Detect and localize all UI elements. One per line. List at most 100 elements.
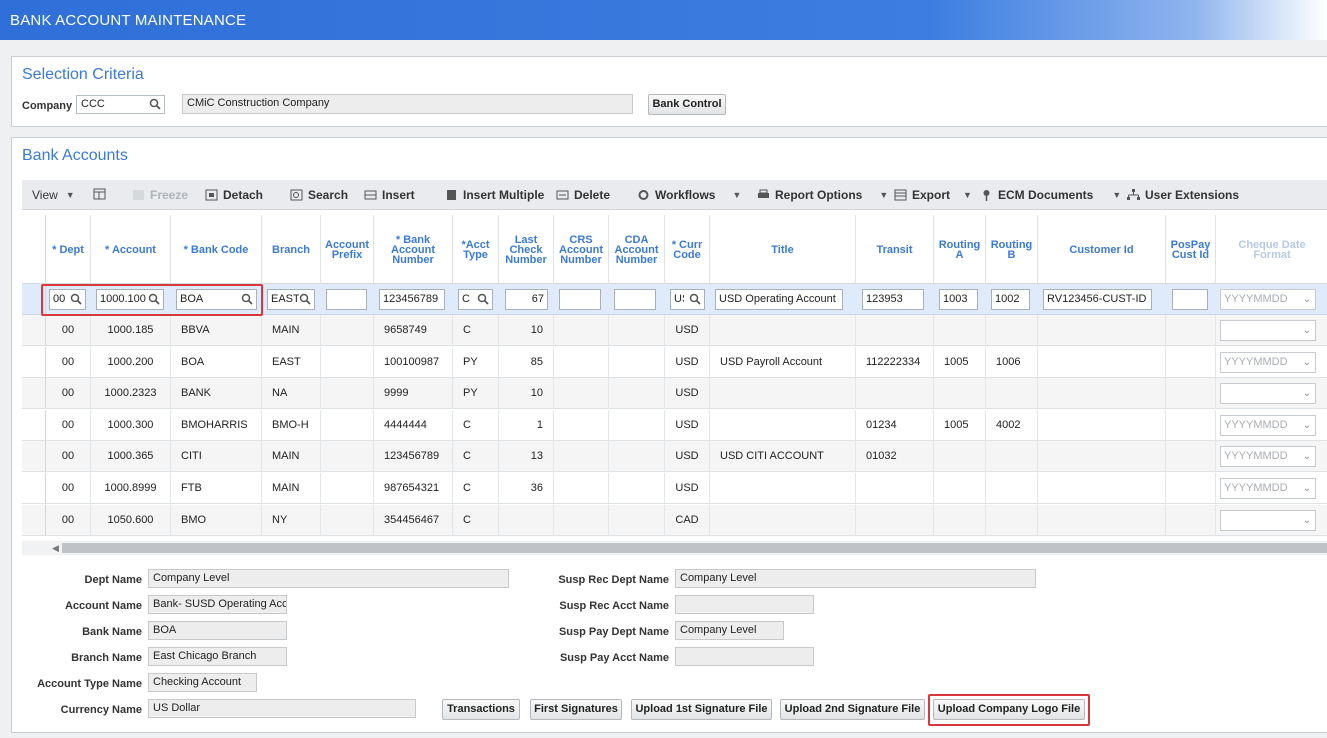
cell-last-check-number[interactable]: 1 (499, 409, 554, 441)
account-prefix-input[interactable] (326, 289, 367, 310)
acct-type-input[interactable]: C (458, 289, 493, 310)
cell-last-check-number[interactable]: 10 (499, 315, 554, 346)
cell-prefix[interactable] (321, 315, 374, 346)
cell-routing-b[interactable] (986, 504, 1038, 536)
col-header-title[interactable]: Title (710, 215, 856, 284)
row-header[interactable] (22, 473, 46, 503)
cell-transit[interactable]: 01234 (856, 409, 934, 441)
cell-routing-a[interactable] (934, 441, 986, 473)
cell-bank-account-number[interactable]: 354456467 (374, 504, 453, 536)
table-row[interactable]: 00 1000.365 CITI MAIN 123456789 C 13 USD USD CIT… (22, 441, 1327, 473)
cell-title[interactable] (710, 315, 856, 346)
cell-cda[interactable] (609, 504, 665, 536)
search-icon[interactable] (689, 293, 701, 305)
transactions-button[interactable]: Transactions (442, 699, 520, 720)
cell-acct-type[interactable]: C (453, 441, 499, 473)
table-row[interactable]: 00 1000.200 BOA EAST 100100987 PY 85 USD USD Pay… (22, 346, 1327, 378)
table-row[interactable]: 00 1050.600 BMO NY 354456467 C CAD ⌄ (22, 504, 1327, 536)
first-signatures-button[interactable]: First Signatures (530, 699, 622, 720)
col-header-pospay-cust-id[interactable]: PosPay Cust Id (1166, 215, 1216, 284)
cell-prefix[interactable] (321, 441, 374, 473)
cell-routing-b[interactable] (986, 315, 1038, 346)
table-row[interactable]: 00 1000.8999 FTB MAIN 987654321 C 36 USD YYYYMMD… (22, 473, 1327, 504)
cell-cust[interactable] (1038, 409, 1166, 441)
insert-button[interactable]: Insert (364, 188, 415, 202)
cell-transit[interactable] (856, 504, 934, 536)
cell-cust[interactable] (1038, 441, 1166, 473)
cell-acct-type[interactable]: PY (453, 378, 499, 410)
cell-transit[interactable]: 112222334 (856, 346, 934, 378)
cell-acct-type[interactable]: C (453, 504, 499, 536)
cell-bank-code[interactable]: CITI (171, 441, 262, 473)
cell-routing-b[interactable] (986, 378, 1038, 410)
crs-account-number-input[interactable] (559, 289, 601, 310)
search-icon[interactable] (477, 293, 489, 305)
cell-title[interactable] (710, 378, 856, 410)
cell-curr-code[interactable]: CAD (665, 504, 710, 536)
col-header-transit[interactable]: Transit (856, 215, 934, 284)
col-header-crs-account-number[interactable]: CRS Account Number (554, 215, 609, 284)
routing-a-input[interactable]: 1003 (939, 289, 978, 310)
insert-multiple-button[interactable]: Insert Multiple (445, 188, 544, 202)
col-header-bank-code[interactable]: * Bank Code (171, 215, 262, 284)
cell-cda[interactable] (609, 346, 665, 378)
grid-horizontal-scrollbar[interactable]: ◀ (22, 541, 1327, 555)
cell-bank-code[interactable]: BBVA (171, 315, 262, 346)
cell-title[interactable]: USD Payroll Account (710, 346, 856, 378)
cell-routing-a[interactable]: 1005 (934, 409, 986, 441)
cheque-date-format-select[interactable]: ⌄ (1220, 509, 1316, 531)
cell-prefix[interactable] (321, 409, 374, 441)
search-icon[interactable] (149, 98, 161, 110)
cell-crs[interactable] (554, 504, 609, 536)
row-header[interactable] (22, 378, 46, 409)
freeze-button[interactable]: Freeze (132, 188, 188, 202)
cell-dept[interactable]: 00 (46, 315, 91, 346)
cell-crs[interactable] (554, 378, 609, 410)
cell-title[interactable] (710, 409, 856, 441)
bank-account-number-input[interactable]: 123456789 (379, 289, 445, 310)
scroll-left-icon[interactable]: ◀ (52, 541, 59, 555)
cell-last-check-number[interactable] (499, 504, 554, 536)
cell-prefix[interactable] (321, 504, 374, 536)
cell-curr-code[interactable]: USD (665, 441, 710, 473)
cell-dept[interactable]: 00 (46, 378, 91, 410)
cell-branch[interactable]: NA (262, 378, 321, 410)
cell-bank-account-number[interactable]: 987654321 (374, 473, 453, 504)
bank-control-button[interactable]: Bank Control (648, 94, 726, 115)
workflows-menu[interactable]: Workflows ▼ (637, 188, 741, 202)
cell-bank-code[interactable]: BANK (171, 378, 262, 410)
cheque-date-format-select[interactable]: YYYYMMDD ⌄ (1220, 446, 1316, 468)
last-check-number-input[interactable]: 67 (505, 289, 548, 310)
cell-pospay[interactable] (1166, 473, 1216, 504)
cell-routing-a[interactable]: 1005 (934, 346, 986, 378)
cell-bank-account-number[interactable]: 100100987 (374, 346, 453, 378)
cell-last-check-number[interactable]: 36 (499, 473, 554, 504)
cell-acct-type[interactable]: C (453, 409, 499, 441)
user-extensions-button[interactable]: User Extensions (1127, 188, 1239, 202)
row-header[interactable] (22, 315, 46, 345)
table-row[interactable]: 00 1000.2323 BANK NA 9999 PY 10 USD ⌄ (22, 378, 1327, 410)
title-input[interactable]: USD Operating Account (715, 289, 843, 310)
cell-crs[interactable] (554, 473, 609, 504)
cell-cust[interactable] (1038, 315, 1166, 346)
cell-account[interactable]: 1000.200 (91, 346, 171, 378)
cell-account[interactable]: 1000.300 (91, 409, 171, 441)
cell-crs[interactable] (554, 346, 609, 378)
export-menu[interactable]: Export ▼ (894, 188, 972, 202)
col-header-last-check-number[interactable]: Last Check Number (499, 215, 554, 284)
cell-title[interactable] (710, 504, 856, 536)
branch-input[interactable]: EAST (267, 289, 315, 310)
row-header[interactable] (22, 441, 46, 472)
cell-crs[interactable] (554, 315, 609, 346)
col-header-account[interactable]: * Account (91, 215, 171, 284)
cell-dept[interactable]: 00 (46, 504, 91, 536)
col-header-routing-b[interactable]: Routing B (986, 215, 1038, 284)
cell-acct-type[interactable]: PY (453, 346, 499, 378)
cell-acct-type[interactable]: C (453, 315, 499, 346)
cell-pospay[interactable] (1166, 346, 1216, 378)
cell-pospay[interactable] (1166, 378, 1216, 410)
cell-routing-a[interactable] (934, 378, 986, 410)
cell-cust[interactable] (1038, 504, 1166, 536)
cell-cust[interactable] (1038, 378, 1166, 410)
col-header-routing-a[interactable]: Routing A (934, 215, 986, 284)
